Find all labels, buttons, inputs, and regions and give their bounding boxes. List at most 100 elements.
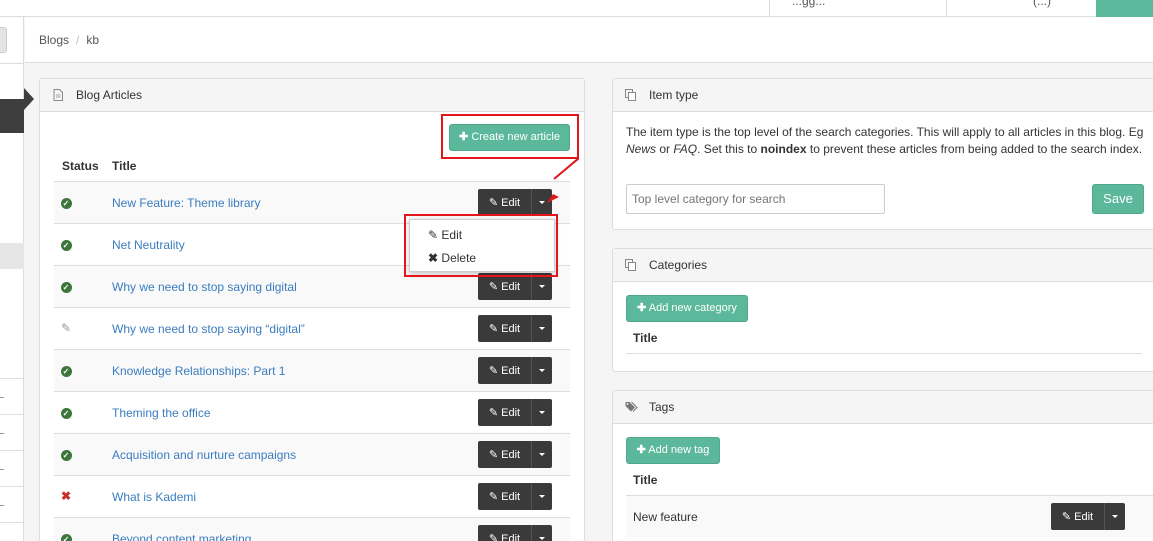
edit-dropdown-toggle[interactable]	[1105, 503, 1125, 530]
edit-icon: ✎	[488, 491, 499, 503]
item-type-panel: Item type The item type is the top level…	[612, 78, 1153, 230]
column-header-status[interactable]: Status	[62, 159, 99, 173]
edit-button[interactable]: ✎Edit	[478, 357, 532, 384]
sidebar-item[interactable]	[0, 505, 4, 506]
edit-button[interactable]: ✎Edit	[478, 483, 532, 510]
published-check-icon: ✓	[58, 404, 74, 420]
edit-label: Edit	[1074, 510, 1094, 523]
edit-label: Edit	[501, 532, 521, 541]
edit-dropdown-toggle[interactable]	[532, 357, 552, 384]
edit-dropdown-toggle[interactable]	[532, 273, 552, 300]
edit-label: Edit	[501, 196, 521, 209]
article-title-link[interactable]: Theming the office	[112, 406, 211, 420]
article-title-link[interactable]: Why we need to stop saying digital	[112, 280, 297, 294]
published-check-icon: ✓	[58, 362, 74, 378]
item-type-description: The item type is the top level of the se…	[626, 124, 1146, 158]
edit-icon: ✎	[488, 323, 499, 335]
table-row: ✓ Theming the office ✎ Edit	[54, 391, 570, 433]
edit-icon: ✎	[488, 281, 499, 293]
panel-title: Blog Articles	[76, 88, 143, 102]
article-title-link[interactable]: Net Neutrality	[112, 238, 185, 252]
article-title-link[interactable]: New Feature: Theme library	[112, 196, 261, 210]
copy-icon	[625, 259, 637, 271]
chevron-down-icon	[539, 411, 545, 414]
table-row: New feature ✎ Edit	[626, 495, 1153, 537]
plus-icon: ✚	[637, 302, 647, 314]
edit-button[interactable]: ✎Edit	[478, 189, 532, 216]
edit-dropdown-toggle[interactable]	[532, 483, 552, 510]
item-type-desc-text: to prevent these articles from being add…	[806, 142, 1143, 156]
column-header-title[interactable]: Title	[633, 473, 657, 487]
table-row: ✓ Beyond content marketing ✎ Edit	[54, 517, 570, 541]
edit-button-group: ✎Edit	[478, 189, 552, 216]
panel-title: Categories	[649, 258, 708, 272]
item-type-heading: Item type	[613, 79, 1153, 112]
panel-title: Item type	[649, 88, 699, 102]
edit-button[interactable]: ✎Edit	[478, 441, 532, 468]
add-new-tag-button[interactable]: ✚ Add new tag	[626, 437, 720, 464]
published-check-icon: ✓	[58, 446, 74, 462]
chevron-down-icon	[539, 327, 545, 330]
sidebar-item-highlighted[interactable]	[0, 243, 24, 269]
edit-button[interactable]: ✎Edit	[478, 525, 532, 541]
published-check-icon: ✓	[58, 236, 74, 252]
add-new-category-button[interactable]: ✚ Add new category	[626, 295, 748, 322]
breadcrumb-separator: /	[76, 33, 80, 47]
document-icon	[52, 89, 64, 101]
table-divider	[626, 353, 1142, 354]
column-header-title[interactable]: Title	[633, 331, 657, 345]
sidebar-item[interactable]	[0, 397, 4, 398]
edit-dropdown-toggle[interactable]	[532, 399, 552, 426]
edit-button[interactable]: ✎ Edit	[1051, 503, 1105, 530]
edit-button[interactable]: ✎Edit	[478, 273, 532, 300]
edit-icon: ✎	[488, 533, 499, 541]
add-new-tag-label: Add new tag	[648, 444, 710, 456]
edit-button-group: ✎Edit	[478, 399, 552, 426]
article-title-link[interactable]: Knowledge Relationships: Part 1	[112, 364, 285, 378]
breadcrumb: Blogs / kb	[25, 17, 1153, 63]
sidebar-divider	[0, 378, 24, 379]
edit-dropdown-toggle[interactable]	[532, 441, 552, 468]
tag-title: New feature	[633, 510, 698, 524]
edit-icon: ✎	[488, 197, 499, 209]
top-nav-action-button[interactable]	[1096, 0, 1153, 17]
item-type-desc-faq: FAQ	[673, 142, 698, 156]
edit-button-group: ✎Edit	[478, 441, 552, 468]
item-type-desc-text: The item type is the top level of the se…	[626, 125, 1144, 139]
item-type-input[interactable]	[626, 184, 885, 214]
unpublished-x-icon: ✖	[60, 489, 72, 503]
article-title-link[interactable]: Beyond content marketing	[112, 532, 251, 541]
edit-button[interactable]: ✎Edit	[478, 399, 532, 426]
edit-button-group: ✎Edit	[478, 315, 552, 342]
item-type-desc-news: News	[626, 142, 657, 156]
sidebar-item-active[interactable]	[0, 99, 24, 133]
article-title-link[interactable]: Acquisition and nurture campaigns	[112, 448, 296, 462]
edit-icon: ✎	[488, 407, 499, 419]
chevron-down-icon	[1112, 515, 1118, 518]
top-nav-item[interactable]: ...gg...	[769, 0, 946, 17]
categories-heading: Categories	[613, 249, 1153, 282]
column-header-title[interactable]: Title	[112, 159, 136, 173]
edit-dropdown-toggle[interactable]	[532, 315, 552, 342]
article-title-link[interactable]: Why we need to stop saying “digital”	[112, 322, 305, 336]
sidebar-active-arrow	[24, 88, 34, 110]
edit-icon: ✎	[488, 365, 499, 377]
edit-label: Edit	[501, 280, 521, 293]
sidebar-divider	[0, 450, 24, 451]
breadcrumb-blogs-link[interactable]: Blogs	[39, 33, 69, 47]
edit-button-group: ✎Edit	[478, 273, 552, 300]
article-title-link[interactable]: What is Kademi	[112, 490, 196, 504]
sidebar-toggle-button[interactable]	[0, 27, 7, 53]
table-row: ✓ Knowledge Relationships: Part 1 ✎ Edit	[54, 349, 570, 391]
top-nav-user-label: (...)	[1033, 0, 1051, 8]
item-type-desc-or: or	[656, 142, 674, 156]
edit-button[interactable]: ✎Edit	[478, 315, 532, 342]
edit-dropdown-toggle[interactable]	[532, 525, 552, 541]
sidebar-item[interactable]	[0, 433, 4, 434]
top-bar: ...gg... (...)	[0, 0, 1153, 17]
table-row: ✓ Acquisition and nurture campaigns ✎ Edit	[54, 433, 570, 475]
top-nav-user[interactable]: (...)	[946, 0, 1096, 17]
save-button[interactable]: Save	[1092, 184, 1144, 214]
sidebar-item[interactable]	[0, 469, 4, 470]
edit-button-group: ✎Edit	[478, 483, 552, 510]
